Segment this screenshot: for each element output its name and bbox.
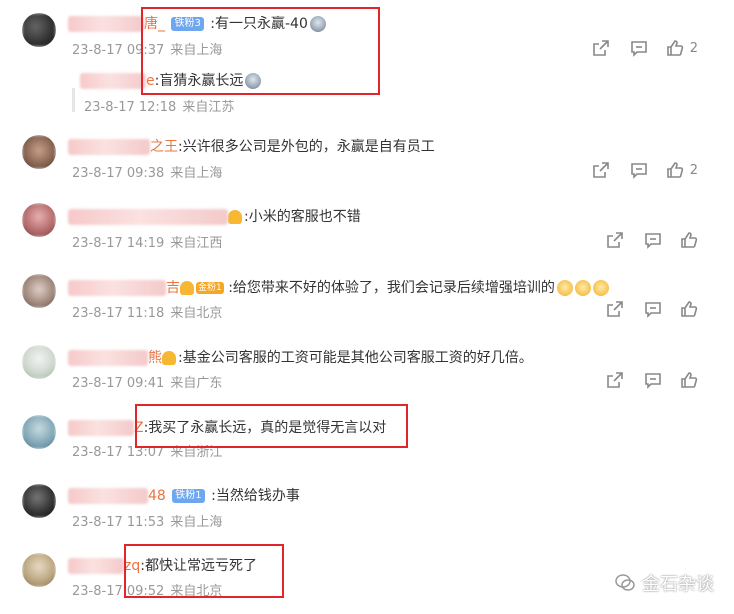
comment-icon <box>645 302 661 318</box>
username-suffix[interactable]: 之王 <box>150 139 178 155</box>
avatar[interactable] <box>22 274 56 308</box>
like-button[interactable]: 2 <box>666 39 698 57</box>
like-button[interactable] <box>680 371 698 389</box>
reply-username[interactable] <box>80 73 146 89</box>
thumbs-up-icon <box>681 301 698 317</box>
share-button[interactable] <box>606 371 624 389</box>
comment-location: 来自上海 <box>170 166 223 181</box>
share-button[interactable] <box>606 300 624 318</box>
share-button[interactable] <box>606 231 624 249</box>
comment-button[interactable] <box>630 161 648 179</box>
username-suffix[interactable]: 吉 <box>166 280 180 296</box>
comment-location: 来自北京 <box>170 306 223 321</box>
highlight-box <box>141 7 380 95</box>
comment-time: 23-8-17 09:41 <box>72 376 165 391</box>
avatar[interactable] <box>22 135 56 169</box>
comment-time: 23-8-17 11:53 <box>72 515 165 530</box>
avatar[interactable] <box>22 203 56 237</box>
crown-badge-icon <box>228 210 242 224</box>
avatar[interactable] <box>22 415 56 449</box>
avatar[interactable] <box>22 484 56 518</box>
thumbs-up-icon <box>666 40 683 56</box>
like-button[interactable]: 2 <box>666 161 698 179</box>
doge-emoji-icon <box>574 280 591 296</box>
comment-button[interactable] <box>644 300 662 318</box>
share-button[interactable] <box>592 39 610 57</box>
comment-location: 来自广东 <box>170 376 223 391</box>
thumbs-up-icon <box>681 372 698 388</box>
like-button[interactable] <box>680 231 698 249</box>
gold-fan-badge: 金粉1 <box>196 282 224 294</box>
reply-location: 来自江苏 <box>182 100 235 115</box>
share-icon <box>592 40 609 56</box>
reply-thread-line <box>72 88 75 112</box>
share-icon <box>607 232 623 248</box>
comment-location: 来自江西 <box>170 236 223 251</box>
comment-icon <box>645 373 661 389</box>
username[interactable] <box>68 350 148 366</box>
comment-icon <box>630 163 647 179</box>
username-suffix[interactable]: 熊 <box>148 350 162 366</box>
avatar[interactable] <box>22 553 56 587</box>
like-count: 2 <box>689 162 698 178</box>
comment-button[interactable] <box>630 39 648 57</box>
comment-time: 23-8-17 14:19 <box>72 236 165 251</box>
share-icon <box>592 162 609 178</box>
crown-badge-icon <box>162 351 176 365</box>
comment-button[interactable] <box>644 371 662 389</box>
watermark: 金石杂谈 <box>614 570 714 596</box>
comment-time: 23-8-17 11:18 <box>72 306 165 321</box>
comment-time: 23-8-17 09:38 <box>72 166 165 181</box>
comment-icon <box>645 233 661 249</box>
thumbs-up-icon <box>681 232 698 248</box>
comment-text: :基金公司客服的工资可能是其他公司客服工资的好几倍。 <box>178 350 533 366</box>
username[interactable] <box>68 488 148 504</box>
comment-text: :兴许很多公司是外包的，永赢是自有员工 <box>178 139 435 155</box>
doge-emoji-icon <box>556 280 573 296</box>
like-button[interactable] <box>680 300 698 318</box>
like-count: 2 <box>689 40 698 56</box>
avatar[interactable] <box>22 345 56 379</box>
reply-time: 23-8-17 12:18 <box>84 100 177 115</box>
username[interactable] <box>68 209 228 225</box>
wechat-icon <box>615 574 635 591</box>
fan-badge: 铁粉1 <box>172 489 205 503</box>
highlight-box <box>135 404 408 448</box>
highlight-box <box>124 544 284 598</box>
username[interactable] <box>68 558 124 574</box>
share-icon <box>607 301 623 317</box>
share-icon <box>607 372 623 388</box>
username-suffix[interactable]: 48 <box>148 488 166 504</box>
comment-text: :给您带来不好的体验了，我们会记录后续增强培训的 <box>228 280 555 296</box>
comment-location: 来自上海 <box>170 515 223 530</box>
username[interactable] <box>68 280 166 296</box>
share-button[interactable] <box>592 161 610 179</box>
username[interactable] <box>68 139 150 155</box>
crown-badge-icon <box>180 281 194 295</box>
comment-icon <box>630 41 647 57</box>
avatar[interactable] <box>22 13 56 47</box>
comment-button[interactable] <box>644 231 662 249</box>
comment-text: :小米的客服也不错 <box>244 209 361 225</box>
doge-emoji-icon <box>592 280 609 296</box>
thumbs-up-icon <box>666 162 683 178</box>
username[interactable] <box>68 420 134 436</box>
watermark-text: 金石杂谈 <box>642 574 714 595</box>
username[interactable] <box>68 16 144 32</box>
comment-text: :当然给钱办事 <box>211 488 300 504</box>
